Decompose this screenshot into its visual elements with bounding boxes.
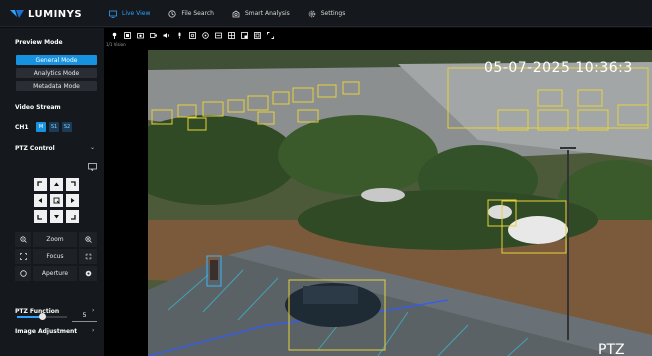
focus-label: Focus bbox=[33, 249, 77, 264]
video-toolbar bbox=[104, 28, 652, 42]
snapshot-icon[interactable] bbox=[123, 31, 132, 40]
nav-smart-analysis[interactable]: Smart Analysis bbox=[223, 6, 299, 21]
arrow-down-icon bbox=[54, 215, 59, 219]
preview-mode-title: Preview Mode bbox=[15, 39, 63, 46]
nav-live-view[interactable]: Live View bbox=[100, 6, 159, 21]
audio-icon[interactable] bbox=[162, 31, 171, 40]
monitor-icon bbox=[109, 10, 117, 18]
ptz-up-button[interactable] bbox=[50, 178, 63, 191]
focus-box-icon bbox=[53, 197, 60, 204]
zoom-out-button[interactable] bbox=[15, 232, 31, 247]
osd-camera-name: PTZ bbox=[598, 342, 625, 356]
stretch-icon[interactable] bbox=[214, 31, 223, 40]
stream-resolution-label: 1/1 Vision bbox=[106, 42, 126, 47]
arrow-left-icon bbox=[38, 198, 42, 203]
chevron-right-icon[interactable]: › bbox=[92, 327, 94, 334]
pip-icon[interactable] bbox=[240, 31, 249, 40]
ptz-left-button[interactable] bbox=[34, 194, 47, 207]
stream-s1-button[interactable]: S1 bbox=[49, 122, 59, 132]
logo-mark-icon bbox=[10, 10, 24, 18]
sidebar: Preview Mode General Mode Analytics Mode… bbox=[0, 28, 104, 356]
camera-feed[interactable]: 05-07-2025 10:36:3 PTZ bbox=[148, 50, 652, 356]
focus-near-button[interactable] bbox=[15, 249, 31, 264]
focus-far-icon bbox=[85, 253, 91, 260]
camera-scene bbox=[148, 50, 652, 356]
nav-settings-label: Settings bbox=[320, 10, 346, 17]
main-nav: Live View File Search Smart Analysis Set… bbox=[100, 6, 354, 21]
aperture-close-icon bbox=[19, 270, 27, 277]
nav-file-search[interactable]: File Search bbox=[159, 6, 223, 21]
ptz-speed-slider[interactable] bbox=[17, 313, 67, 320]
arrow-down-left-icon bbox=[37, 215, 42, 220]
brand-name: LUMINYS bbox=[28, 8, 83, 20]
zoom-in-button[interactable] bbox=[79, 232, 97, 247]
fullscreen-icon[interactable] bbox=[253, 31, 262, 40]
ptz-up-right-button[interactable] bbox=[66, 178, 79, 191]
focus-far-button[interactable] bbox=[79, 249, 97, 264]
nav-smart-analysis-label: Smart Analysis bbox=[244, 10, 290, 17]
zoom-label: Zoom bbox=[33, 232, 77, 247]
target-icon[interactable] bbox=[201, 31, 210, 40]
stream-main-button[interactable]: M bbox=[36, 122, 46, 132]
record-icon[interactable] bbox=[149, 31, 158, 40]
camera-icon[interactable] bbox=[136, 31, 145, 40]
aperture-close-button[interactable] bbox=[15, 266, 31, 281]
focus-near-icon bbox=[19, 253, 27, 260]
history-icon bbox=[168, 9, 177, 18]
nav-settings[interactable]: Settings bbox=[299, 6, 355, 21]
expand-icon[interactable] bbox=[266, 31, 275, 40]
nav-file-search-label: File Search bbox=[181, 10, 214, 17]
aperture-open-icon bbox=[85, 270, 91, 277]
arrow-up-right-icon bbox=[71, 181, 76, 186]
ptz-down-right-button[interactable] bbox=[66, 210, 79, 223]
ptz-up-left-button[interactable] bbox=[34, 178, 47, 191]
aperture-open-button[interactable] bbox=[79, 266, 97, 281]
video-area: 1/1 Vision 05-07-2025 10:36:3 PTZ bbox=[104, 28, 652, 356]
chevron-right-icon[interactable]: › bbox=[92, 307, 94, 314]
osd-timestamp: 05-07-2025 10:36:3 bbox=[484, 60, 633, 76]
channel-label: CH1 bbox=[15, 124, 29, 131]
stream-s2-button[interactable]: S2 bbox=[62, 122, 72, 132]
chevron-down-icon[interactable]: ⌄ bbox=[90, 144, 95, 151]
ptz-down-button[interactable] bbox=[50, 210, 63, 223]
arrow-up-icon bbox=[54, 182, 59, 186]
ptz-center-button[interactable] bbox=[50, 194, 63, 207]
analysis-icon bbox=[232, 10, 240, 17]
image-adjustment-title[interactable]: Image Adjustment bbox=[15, 328, 77, 335]
brand-logo: LUMINYS bbox=[10, 8, 82, 20]
general-mode-button[interactable]: General Mode bbox=[16, 55, 97, 65]
ptz-right-button[interactable] bbox=[66, 194, 79, 207]
ptz-control-title: PTZ Control bbox=[15, 145, 55, 152]
arrow-up-left-icon bbox=[37, 181, 42, 186]
zoom-icon[interactable] bbox=[188, 31, 197, 40]
chat-icon[interactable] bbox=[88, 163, 97, 171]
analytics-mode-button[interactable]: Analytics Mode bbox=[16, 68, 97, 78]
gear-icon bbox=[308, 10, 315, 17]
ptz-function-title[interactable]: PTZ Function bbox=[15, 308, 59, 315]
metadata-mode-button[interactable]: Metadata Mode bbox=[16, 81, 97, 91]
mic-icon[interactable] bbox=[175, 31, 184, 40]
nav-live-view-label: Live View bbox=[122, 10, 151, 17]
zoom-out-icon bbox=[19, 236, 27, 243]
zoom-in-icon bbox=[84, 236, 92, 243]
pin-icon[interactable] bbox=[110, 31, 119, 40]
ptz-down-left-button[interactable] bbox=[34, 210, 47, 223]
video-stream-title: Video Stream bbox=[15, 104, 61, 111]
arrow-down-right-icon bbox=[71, 215, 76, 220]
arrow-right-icon bbox=[71, 198, 75, 203]
aperture-label: Aperture bbox=[33, 266, 77, 281]
grid-icon[interactable] bbox=[227, 31, 236, 40]
top-bar: LUMINYS Live View File Search Smart Anal… bbox=[0, 0, 652, 27]
